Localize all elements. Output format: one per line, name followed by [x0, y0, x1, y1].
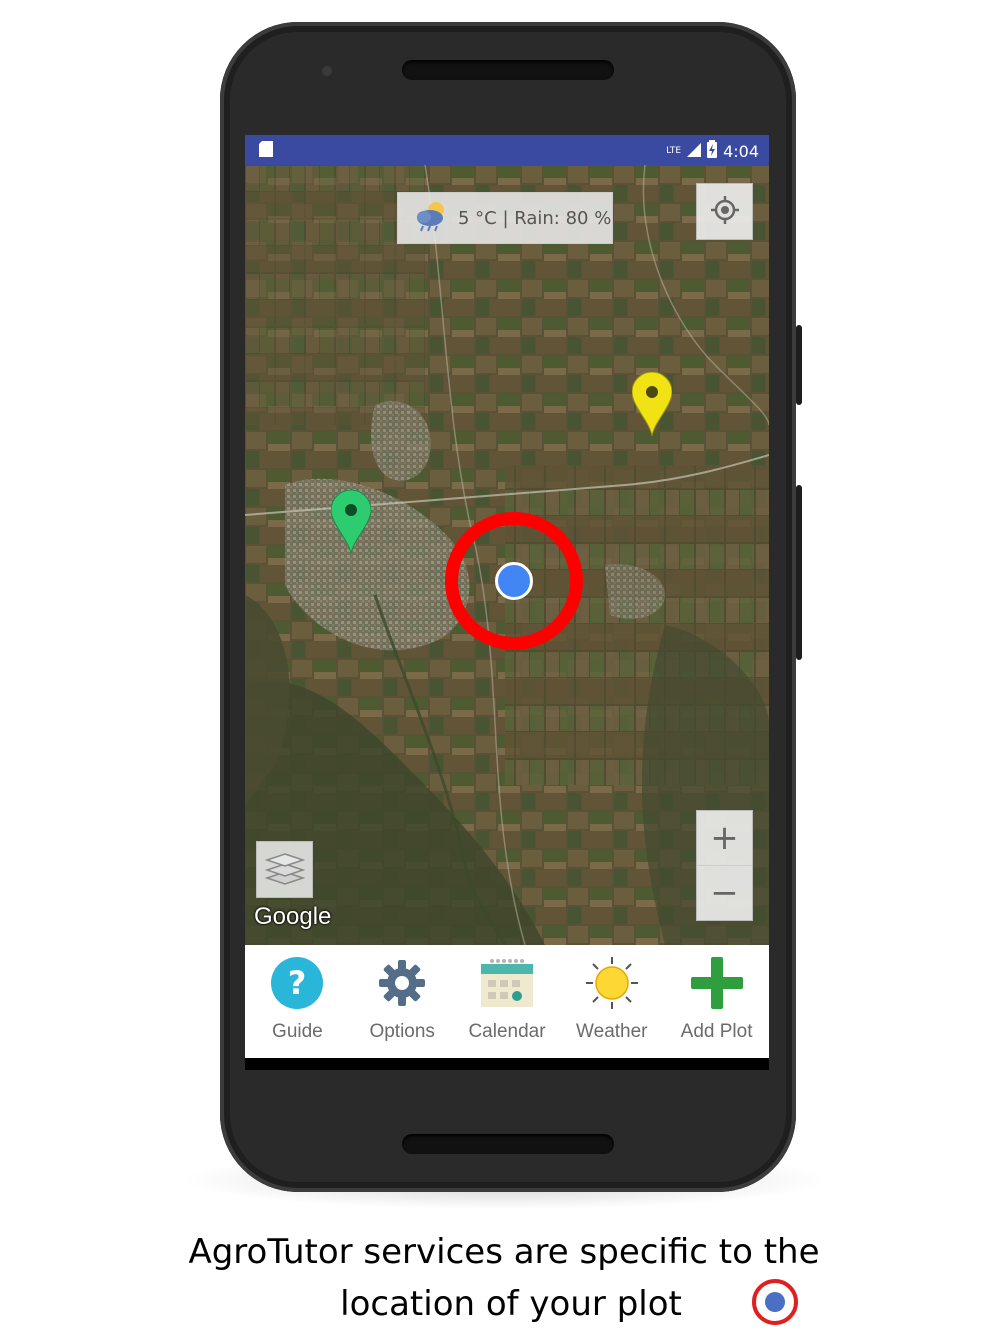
calendar-icon	[477, 953, 537, 1013]
network-type: LTE	[666, 146, 682, 156]
weather-summary-text: 5 °C | Rain: 80 %	[458, 207, 612, 229]
caption-line-2: location of your plot	[340, 1284, 682, 1324]
bottom-speaker	[402, 1134, 614, 1154]
crosshair-icon	[710, 195, 740, 229]
my-location-button[interactable]	[696, 183, 753, 240]
nav-label: Calendar	[468, 1021, 546, 1042]
satellite-map[interactable]: 5 °C | Rain: 80 % Google + −	[245, 165, 769, 945]
nav-label: Weather	[576, 1021, 648, 1042]
phone-screen: LTE 4:04 5 °C | Rain: 80 % Google + − ? …	[245, 135, 769, 1070]
nav-label: Guide	[272, 1021, 323, 1042]
layers-icon	[264, 850, 305, 890]
zoom-out-button[interactable]: −	[697, 866, 752, 920]
caption-line-1: AgroTutor services are specific to the	[188, 1232, 820, 1272]
nav-item-calendar[interactable]: Calendar	[455, 945, 560, 1058]
green-marker[interactable]	[330, 489, 372, 558]
nav-label: Options	[369, 1021, 435, 1042]
current-location-dot	[495, 562, 533, 600]
plus-icon	[687, 953, 747, 1013]
map-layers-button[interactable]	[256, 841, 313, 898]
caption: AgroTutor services are specific to the l…	[0, 1226, 1008, 1330]
nav-item-guide[interactable]: ? Guide	[245, 945, 350, 1058]
status-bar: LTE 4:04	[245, 135, 769, 165]
top-speaker	[402, 60, 614, 80]
sun-icon	[582, 953, 642, 1013]
nav-item-weather[interactable]: Weather	[559, 945, 664, 1058]
zoom-in-button[interactable]: +	[697, 811, 752, 866]
zoom-controls: + −	[696, 810, 753, 921]
weather-summary-chip[interactable]: 5 °C | Rain: 80 %	[397, 192, 613, 244]
partly-cloudy-rain-icon	[414, 200, 450, 237]
nav-label: Add Plot	[680, 1021, 753, 1042]
location-dot-legend-icon	[752, 1279, 798, 1325]
nav-item-add-plot[interactable]: Add Plot	[664, 945, 769, 1058]
nav-item-options[interactable]: Options	[350, 945, 455, 1058]
clock: 4:04	[723, 141, 759, 161]
front-camera	[322, 66, 332, 76]
sd-card-icon	[259, 141, 273, 161]
status-icons: LTE 4:04	[666, 140, 759, 162]
map-pin-icon	[631, 371, 673, 437]
yellow-marker[interactable]	[631, 371, 673, 440]
svg-text:?: ?	[288, 964, 307, 1002]
bottom-navigation: ? Guide Options Calendar Weather Add Plo…	[245, 945, 769, 1058]
gear-icon	[372, 953, 432, 1013]
battery-icon	[707, 140, 718, 162]
signal-icon	[687, 142, 702, 161]
google-attribution: Google	[254, 903, 332, 930]
screen-bottom-edge	[245, 1058, 769, 1070]
volume-button	[796, 485, 802, 660]
power-button	[796, 325, 802, 405]
question-circle-icon: ?	[267, 953, 327, 1013]
map-pin-icon	[330, 489, 372, 555]
